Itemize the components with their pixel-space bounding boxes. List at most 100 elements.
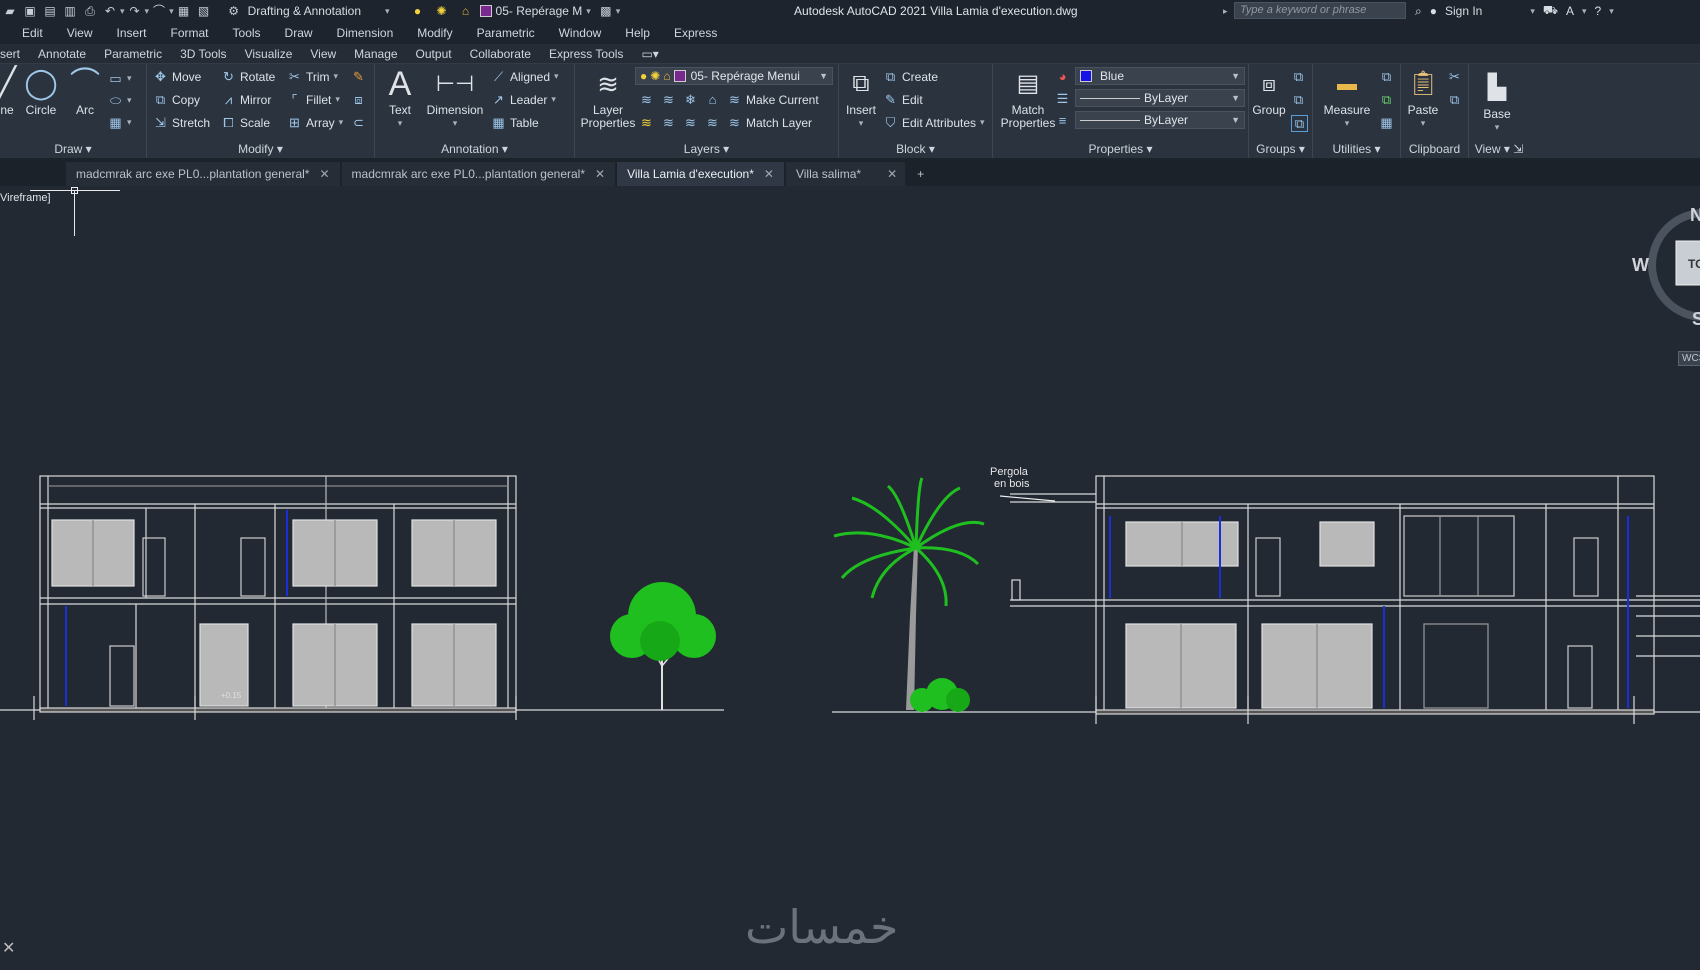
save-icon[interactable]: ▣ [23,4,37,18]
fillet-button[interactable]: ⌜ Fillet ▾ [287,92,339,107]
doc-tab-2[interactable]: madcmrak arc exe PL0...plantation genera… [341,162,616,186]
doc-tab-3[interactable]: Villa Lamia d'execution* ✕ [617,162,784,186]
arc-quick-icon[interactable]: ⌒ [152,4,166,18]
menu-edit[interactable]: Edit [10,26,55,40]
cut-icon[interactable]: ✂ [1447,69,1462,84]
ribbon-tab-collaborate[interactable]: Collaborate [461,47,540,61]
edit-attributes-button[interactable]: ⛉ Edit Attributes ▾ [883,115,985,130]
search-input[interactable]: Type a keyword or phrase [1234,2,1406,19]
layer-tool-4[interactable]: ⌂ [705,92,720,107]
ribbon-tab-parametric[interactable]: Parametric [95,47,171,61]
layer-tool-1[interactable]: ≋ [639,92,654,107]
menu-draw[interactable]: Draw [273,26,325,40]
undo-icon[interactable]: ↶ [103,4,117,18]
menu-dimension[interactable]: Dimension [325,26,406,40]
trim-button[interactable]: ✂ Trim ▾ [287,69,338,84]
layer-tool-7[interactable]: ≋ [683,115,698,130]
layer-tools-icon[interactable]: ▩ [599,4,613,18]
compass-west[interactable]: W [1632,255,1649,276]
sheet-icon[interactable]: ▦ [177,4,191,18]
move-button[interactable]: ✥ Move [153,69,201,84]
arc-dropdown-icon[interactable]: ▾ [169,6,174,17]
ribbon-minimize-icon[interactable]: ▭▾ [632,47,667,61]
doc-tab-1[interactable]: madcmrak arc exe PL0...plantation genera… [66,162,340,186]
panel-title-annotation[interactable]: Annotation ▾ [375,142,574,156]
rectangle-button[interactable]: ▭ ▾ [108,71,131,86]
ribbon-tab-annotate[interactable]: Annotate [29,47,95,61]
insert-button[interactable]: ⧉ Insert ▾ [843,66,879,130]
panel-title-groups[interactable]: Groups ▾ [1249,142,1312,156]
publish-icon[interactable]: ▥ [63,4,77,18]
panel-title-block[interactable]: Block ▾ [839,142,992,156]
match-properties-button[interactable]: ▤ Match Properties [999,66,1057,130]
menu-help[interactable]: Help [613,26,662,40]
linetype-icon[interactable]: ☰ [1055,91,1070,106]
chevron-down-icon[interactable]: ▾ [1609,6,1614,17]
cart-icon[interactable]: ⛟ [1543,3,1558,19]
group-button[interactable]: ⧈ Group [1251,66,1287,117]
hatch-button[interactable]: ⬭ ▾ [108,93,132,108]
user-icon[interactable]: ● [1430,4,1437,18]
menu-modify[interactable]: Modify [405,26,464,40]
quick-select-icon[interactable]: ⧉ [1379,69,1394,84]
create-block-button[interactable]: ⧉ Create [883,69,938,84]
doc-tab-4[interactable]: Villa salima* ✕ [785,162,906,186]
color-dropdown[interactable]: Blue ▼ [1075,67,1245,85]
layer-tool-2[interactable]: ≋ [661,92,676,107]
panel-title-modify[interactable]: Modify ▾ [147,142,374,156]
ribbon-tab-output[interactable]: Output [407,47,461,61]
ribbon-tab-insert[interactable]: sert [0,47,29,61]
edit-block-button[interactable]: ✎ Edit [883,92,923,107]
layer-dropdown[interactable]: ● ✺ ⌂ 05- Repérage Menui ▼ [635,67,833,85]
layer-tool-5[interactable]: ≋ [639,115,654,130]
menu-window[interactable]: Window [547,26,614,40]
group-edit-icon[interactable]: ⧉ [1291,92,1306,107]
plot-icon[interactable]: ▧ [197,4,211,18]
layer-properties-button[interactable]: ≋ Layer Properties [579,66,637,130]
redo-dropdown-icon[interactable]: ▾ [145,6,150,17]
sign-in-link[interactable]: Sign In [1445,4,1482,18]
copy-clip-icon[interactable]: ⧉ [1447,92,1462,107]
menu-express[interactable]: Express [662,26,729,40]
dimension-button[interactable]: ⊢⊣ Dimension ▾ [425,66,485,130]
ribbon-tab-3d-tools[interactable]: 3D Tools [171,47,235,61]
calculator-icon[interactable]: ▦ [1379,115,1394,130]
layer-tool-6[interactable]: ≋ [661,115,676,130]
close-icon[interactable]: ✕ [319,167,329,181]
paste-button[interactable]: 📋︎ Paste ▾ [1405,66,1441,130]
search-icon[interactable]: ⌕ [1415,4,1422,19]
table-button[interactable]: ▦ Table [491,115,538,130]
copy-button[interactable]: ⧉ Copy [153,92,200,107]
arc-button[interactable]: ⌒ Arc [66,66,104,117]
leader-button[interactable]: ↗ Leader ▾ [491,92,556,107]
chevron-down-icon[interactable]: ▾ [1530,6,1535,17]
offset-button[interactable]: ⊂ [351,115,366,130]
panel-title-layers[interactable]: Layers ▾ [575,142,838,156]
search-arrow-icon[interactable]: ▸ [1223,6,1228,17]
compass-north[interactable]: N [1690,205,1700,226]
viewcube[interactable]: N W S TO WCS [1632,205,1700,366]
close-icon[interactable]: ✕ [887,167,897,181]
text-button[interactable]: A Text ▾ [383,66,417,130]
lineweight-dropdown[interactable]: ByLayer ▼ [1075,111,1245,129]
close-icon[interactable]: ✕ [764,167,774,181]
color-wheel-icon[interactable]: ◕ [1055,69,1070,84]
grid-button[interactable]: ▦ ▾ [108,115,131,130]
ribbon-tab-manage[interactable]: Manage [345,47,406,61]
menu-view[interactable]: View [55,26,105,40]
customize-qat-icon[interactable]: ▾ [616,6,621,17]
chevron-down-icon[interactable]: ▾ [1582,6,1587,17]
explode-button[interactable]: ⧈ [351,92,366,107]
viewcube-top-face[interactable]: TO [1688,257,1700,271]
line-button[interactable]: ╱ ne [0,66,18,117]
select-all-icon[interactable]: ⧉ [1379,92,1394,107]
measure-button[interactable]: ▬ Measure ▾ [1319,66,1375,130]
help-icon[interactable]: ? [1595,4,1602,18]
open-icon[interactable]: ▰ [3,4,17,18]
scale-button[interactable]: ⧠ Scale [221,115,270,130]
workspace-switcher[interactable]: ⚙ Drafting & Annotation ▾ [220,4,394,18]
menu-tools[interactable]: Tools [221,26,273,40]
layer-tool-3[interactable]: ❄ [683,92,698,107]
circle-button[interactable]: ◯ Circle [22,66,60,117]
menu-insert[interactable]: Insert [104,26,158,40]
